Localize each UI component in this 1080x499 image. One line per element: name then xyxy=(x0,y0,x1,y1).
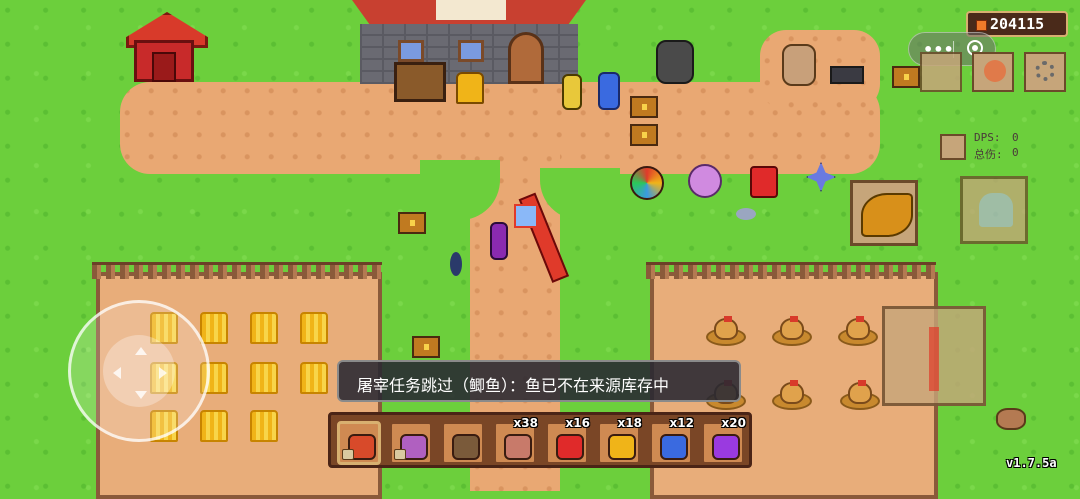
npc-blacksmith[interactable] xyxy=(656,40,694,84)
wheat-crop[interactable] xyxy=(250,312,278,344)
rooster-menu-icon[interactable] xyxy=(972,52,1014,92)
chicken[interactable] xyxy=(772,380,812,410)
meat-icon xyxy=(504,434,532,460)
hotbar-slot-yellow-potion[interactable]: x18 xyxy=(597,416,642,465)
currency-value: 204115 xyxy=(990,15,1045,33)
version-label: v1.7.5a xyxy=(1006,456,1057,470)
joystick-arrow-left-icon xyxy=(113,367,121,379)
yellow-potion-icon xyxy=(608,434,636,460)
treasure-chest[interactable] xyxy=(630,124,658,146)
blue-potion-icon xyxy=(660,434,688,460)
treasure-chest[interactable] xyxy=(630,96,658,118)
wheat-crop[interactable] xyxy=(250,362,278,394)
hotbar-slot-red-potion[interactable]: x16 xyxy=(545,416,590,465)
lock-icon xyxy=(342,449,354,460)
item-count: x38 xyxy=(513,416,538,430)
npc-merchant[interactable] xyxy=(782,44,816,86)
wheat-crop[interactable] xyxy=(300,312,328,344)
virtual-joystick[interactable] xyxy=(68,300,210,442)
chicken[interactable] xyxy=(838,316,878,346)
dps-stats-panel: DPS: 0 总伤: 0 xyxy=(938,130,1038,164)
treasure-chest[interactable] xyxy=(412,336,440,358)
banana-icon xyxy=(861,193,913,237)
npc-statue-icon[interactable] xyxy=(920,52,962,92)
treasure-chest[interactable] xyxy=(892,66,920,88)
tree-stump xyxy=(996,408,1026,430)
item-count: x20 xyxy=(721,416,746,430)
npc-villager[interactable] xyxy=(598,72,620,110)
item-count: x18 xyxy=(617,416,642,430)
attack-action-button[interactable] xyxy=(882,306,986,406)
coin-icon xyxy=(976,20,987,31)
hotbar-slot-meat[interactable]: x38 xyxy=(493,416,538,465)
ghost-pet-icon xyxy=(979,193,1013,227)
wheat-crop[interactable] xyxy=(200,312,228,344)
cart-icon[interactable] xyxy=(394,62,446,102)
settings-gear-icon[interactable] xyxy=(1024,52,1066,92)
scythe-tool-icon xyxy=(452,434,480,460)
hotbar-slot-fish-tool[interactable] xyxy=(389,421,433,465)
fence-right xyxy=(646,262,936,279)
wheat-crop[interactable] xyxy=(250,410,278,442)
chicken[interactable] xyxy=(706,316,746,346)
treasure-chest[interactable] xyxy=(398,212,426,234)
npc-villager[interactable] xyxy=(562,74,582,110)
player-character[interactable] xyxy=(490,222,508,260)
wheat-crop[interactable] xyxy=(300,362,328,394)
red-mask-totem[interactable] xyxy=(750,166,778,198)
joystick-arrow-down-icon xyxy=(135,391,147,399)
notification-toast: 屠宰任务跳过（鲫鱼）：鱼已不在来源库存中 xyxy=(337,360,741,402)
anvil-icon[interactable] xyxy=(830,66,864,84)
hotbar-slot-pitchfork[interactable] xyxy=(337,421,381,465)
wheat-crop[interactable] xyxy=(200,410,228,442)
pet-bug[interactable] xyxy=(450,252,462,276)
dps-value: 0 xyxy=(1012,131,1019,144)
chicken[interactable] xyxy=(840,380,880,410)
chicken[interactable] xyxy=(772,316,812,346)
meat-stat-icon xyxy=(940,134,966,160)
trophy-icon[interactable] xyxy=(456,72,484,104)
balloon-tree[interactable] xyxy=(630,166,664,200)
pitchfork-attack-icon xyxy=(929,327,939,391)
hotbar-slot-scythe[interactable] xyxy=(441,421,485,465)
hotbar-slot-purple-potion[interactable]: x20 xyxy=(701,416,746,465)
pet-action-button[interactable] xyxy=(960,176,1028,244)
lock-icon xyxy=(394,449,406,460)
red-potion-icon xyxy=(556,434,584,460)
damage-value: 0 xyxy=(1012,146,1019,159)
item-hotbar: x38 x16 x18 x12 x20 xyxy=(328,412,752,468)
grey-rock xyxy=(736,208,756,220)
item-count: x16 xyxy=(565,416,590,430)
pink-orb[interactable] xyxy=(688,164,722,198)
dps-label: DPS: xyxy=(974,131,1001,144)
fence-left xyxy=(92,262,382,279)
blue-crystal-effect xyxy=(514,204,538,228)
notification-text: 屠宰任务跳过（鲫鱼）：鱼已不在来源库存中 xyxy=(357,376,670,395)
red-barn[interactable] xyxy=(126,2,208,82)
joystick-arrow-right-icon xyxy=(159,367,167,379)
item-count: x12 xyxy=(669,416,694,430)
banana-action-button[interactable] xyxy=(850,180,918,246)
hotbar-slot-blue-potion[interactable]: x12 xyxy=(649,416,694,465)
purple-potion-icon xyxy=(712,434,740,460)
damage-label: 总伤: xyxy=(974,148,1003,161)
joystick-arrow-up-icon xyxy=(135,347,147,355)
